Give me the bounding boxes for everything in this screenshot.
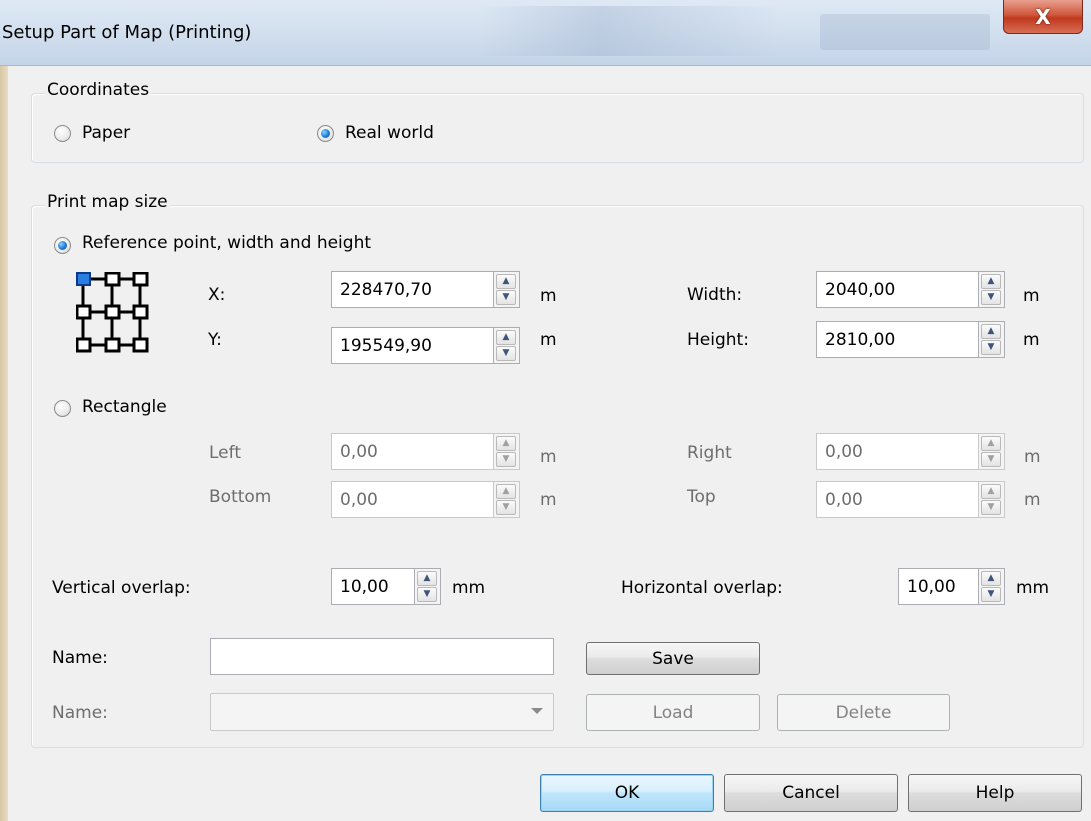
save-button[interactable]: Save <box>586 642 760 675</box>
spin-up-icon[interactable]: ▲ <box>496 484 516 499</box>
height-label: Height: <box>687 330 749 350</box>
window-title: Setup Part of Map (Printing) <box>2 22 252 43</box>
spin-down-icon[interactable]: ▼ <box>981 500 1001 515</box>
height-unit: m <box>1023 330 1040 350</box>
spin-up-icon[interactable]: ▲ <box>981 484 1001 499</box>
y-unit: m <box>540 330 557 350</box>
window-frame-left <box>0 66 8 821</box>
spin-down-icon[interactable]: ▼ <box>981 290 1001 305</box>
width-input[interactable]: 2040,00 <box>816 271 979 308</box>
bottom-unit: m <box>540 490 557 510</box>
bottom-input[interactable]: 0,00 <box>331 481 494 518</box>
right-spinner[interactable]: ▲ ▼ <box>979 433 1005 470</box>
radio-real-world-label[interactable]: Real world <box>345 123 434 143</box>
spin-down-icon[interactable]: ▼ <box>981 340 1001 355</box>
name-label: Name: <box>52 648 108 668</box>
y-label: Y: <box>208 330 222 350</box>
left-label: Left <box>209 443 241 463</box>
radio-real-world[interactable] <box>317 125 334 142</box>
coordinates-group <box>31 93 1084 163</box>
width-spinner[interactable]: ▲ ▼ <box>979 271 1005 308</box>
top-unit: m <box>1024 490 1041 510</box>
spin-down-icon[interactable]: ▼ <box>496 290 516 305</box>
coordinates-legend: Coordinates <box>45 80 152 100</box>
radio-paper[interactable] <box>54 125 71 142</box>
x-label: X: <box>208 285 226 305</box>
bottom-label: Bottom <box>209 487 272 507</box>
spin-down-icon[interactable]: ▼ <box>417 587 437 602</box>
title-bar-background-blur <box>820 14 990 50</box>
spin-up-icon[interactable]: ▲ <box>496 436 516 451</box>
width-unit: m <box>1023 286 1040 306</box>
height-input[interactable]: 2810,00 <box>816 321 979 358</box>
left-spinner[interactable]: ▲ ▼ <box>494 433 520 470</box>
right-label: Right <box>687 443 732 463</box>
ok-button[interactable]: OK <box>540 774 714 812</box>
print-map-size-legend: Print map size <box>45 192 170 212</box>
spin-down-icon[interactable]: ▼ <box>981 452 1001 467</box>
title-bar-background-blur <box>480 6 780 56</box>
spin-down-icon[interactable]: ▼ <box>496 452 516 467</box>
radio-paper-label[interactable]: Paper <box>82 123 130 143</box>
load-button[interactable]: Load <box>586 694 760 731</box>
cancel-button[interactable]: Cancel <box>724 774 898 812</box>
radio-rectangle-label[interactable]: Rectangle <box>82 397 167 417</box>
delete-button[interactable]: Delete <box>777 694 950 731</box>
vertical-overlap-spinner[interactable]: ▲ ▼ <box>415 568 441 605</box>
name-input[interactable] <box>210 638 554 675</box>
radio-reference-point-label[interactable]: Reference point, width and height <box>82 233 371 253</box>
x-spinner[interactable]: ▲ ▼ <box>494 271 520 308</box>
close-button[interactable]: X <box>1003 0 1083 34</box>
left-input[interactable]: 0,00 <box>331 433 494 470</box>
close-icon: X <box>1035 4 1051 29</box>
spin-up-icon[interactable]: ▲ <box>981 571 1001 586</box>
spin-down-icon[interactable]: ▼ <box>981 587 1001 602</box>
radio-rectangle[interactable] <box>54 400 71 417</box>
height-spinner[interactable]: ▲ ▼ <box>979 321 1005 358</box>
spin-up-icon[interactable]: ▲ <box>417 571 437 586</box>
spin-up-icon[interactable]: ▲ <box>496 330 516 345</box>
horizontal-overlap-spinner[interactable]: ▲ ▼ <box>979 568 1005 605</box>
spin-down-icon[interactable]: ▼ <box>496 346 516 361</box>
load-name-dropdown[interactable] <box>210 693 554 731</box>
y-input[interactable]: 195549,90 <box>331 327 494 364</box>
vertical-overlap-label: Vertical overlap: <box>52 578 191 598</box>
radio-reference-point[interactable] <box>54 237 71 254</box>
vertical-overlap-input[interactable]: 10,00 <box>331 568 415 605</box>
help-button[interactable]: Help <box>908 774 1082 812</box>
reference-point-grid-icon[interactable] <box>76 272 158 354</box>
horizontal-overlap-unit: mm <box>1016 578 1050 598</box>
right-unit: m <box>1024 447 1041 467</box>
right-input[interactable]: 0,00 <box>816 433 979 470</box>
width-label: Width: <box>687 285 743 305</box>
spin-down-icon[interactable]: ▼ <box>496 500 516 515</box>
spin-up-icon[interactable]: ▲ <box>981 436 1001 451</box>
top-spinner[interactable]: ▲ ▼ <box>979 481 1005 518</box>
chevron-down-icon <box>531 708 543 714</box>
horizontal-overlap-label: Horizontal overlap: <box>621 578 783 598</box>
vertical-overlap-unit: mm <box>452 578 486 598</box>
left-unit: m <box>540 447 557 467</box>
spin-up-icon[interactable]: ▲ <box>981 274 1001 289</box>
horizontal-overlap-input[interactable]: 10,00 <box>898 568 979 605</box>
spin-up-icon[interactable]: ▲ <box>496 274 516 289</box>
spin-up-icon[interactable]: ▲ <box>981 324 1001 339</box>
top-label: Top <box>687 487 716 507</box>
top-input[interactable]: 0,00 <box>816 481 979 518</box>
x-input[interactable]: 228470,70 <box>331 271 494 308</box>
x-unit: m <box>540 286 557 306</box>
bottom-spinner[interactable]: ▲ ▼ <box>494 481 520 518</box>
y-spinner[interactable]: ▲ ▼ <box>494 327 520 364</box>
load-name-label: Name: <box>52 703 108 723</box>
